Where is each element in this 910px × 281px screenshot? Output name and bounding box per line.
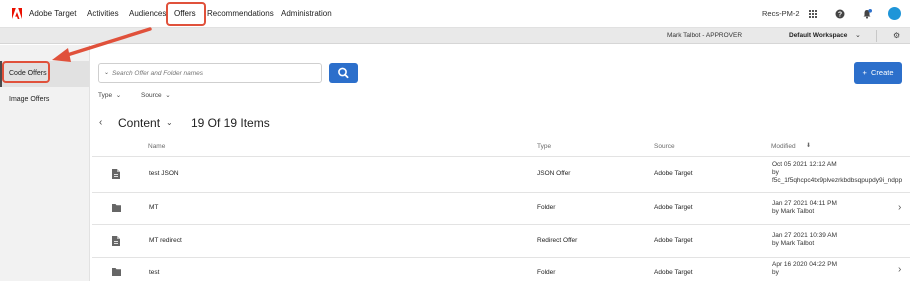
brand-name[interactable]: Adobe Target xyxy=(29,9,76,18)
offer-type: Folder xyxy=(537,204,556,211)
chevron-down-icon[interactable]: ⌄ xyxy=(104,69,109,76)
adobe-logo-icon[interactable] xyxy=(12,8,22,19)
folder-icon xyxy=(112,268,121,276)
chevron-right-icon[interactable]: › xyxy=(898,202,901,213)
modified-by: by Mark Talbot xyxy=(772,208,815,215)
modified-date: Jan 27 2021 10:39 AM xyxy=(772,232,838,239)
offer-type: Redirect Offer xyxy=(537,237,578,244)
create-button-label: Create xyxy=(871,68,894,77)
account-name[interactable]: Recs-PM-2 xyxy=(762,9,800,18)
column-header-type[interactable]: Type xyxy=(537,143,551,150)
folder-icon xyxy=(112,204,121,212)
content-title[interactable]: Content xyxy=(118,116,160,130)
code-offer-icon xyxy=(112,236,120,246)
offer-name[interactable]: test JSON xyxy=(149,170,179,177)
sidebar-item-image-offers[interactable]: Image Offers xyxy=(0,87,89,113)
modified-by: by xyxy=(772,169,779,176)
items-count: 19 Of 19 Items xyxy=(191,116,270,130)
table-row[interactable]: test Folder Adobe Target Apr 16 2020 04:… xyxy=(92,258,910,281)
search-field[interactable]: ⌄ xyxy=(98,63,322,83)
filter-source[interactable]: Source ⌄ xyxy=(141,91,171,99)
divider xyxy=(876,30,877,42)
nav-activities[interactable]: Activities xyxy=(87,9,119,18)
offer-source: Adobe Target xyxy=(654,237,693,244)
search-input[interactable] xyxy=(112,67,317,80)
table-row[interactable]: test JSON JSON Offer Adobe Target Oct 05… xyxy=(92,158,910,192)
table-row[interactable]: MT Folder Adobe Target Jan 27 2021 04:11… xyxy=(92,193,910,227)
notifications-bell-icon[interactable] xyxy=(862,9,872,19)
modified-date: Apr 16 2020 04:22 PM xyxy=(772,261,838,268)
nav-recommendations[interactable]: Recommendations xyxy=(207,9,274,18)
table-divider xyxy=(92,156,910,157)
nav-administration[interactable]: Administration xyxy=(281,9,332,18)
help-icon[interactable]: ? xyxy=(835,9,845,19)
modified-by: by xyxy=(772,269,779,276)
chevron-left-icon[interactable]: ‹ xyxy=(99,117,102,128)
nav-audiences[interactable]: Audiences xyxy=(129,9,166,18)
search-button[interactable] xyxy=(329,63,358,83)
create-button[interactable]: + Create xyxy=(854,62,902,84)
offer-source: Adobe Target xyxy=(654,170,693,177)
user-role: Mark Talbot - APPROVER xyxy=(667,32,743,39)
modified-date: Jan 27 2021 04:11 PM xyxy=(772,200,837,207)
sort-descending-icon[interactable]: ⬇ xyxy=(806,142,811,149)
top-nav: Adobe Target Activities Audiences Offers… xyxy=(0,0,910,28)
offers-highlight-box xyxy=(166,2,206,26)
offer-name[interactable]: MT xyxy=(149,204,158,211)
workspace-selector[interactable]: Default Workspace xyxy=(789,32,847,39)
modified-date: Oct 05 2021 12:12 AM xyxy=(772,161,837,168)
offer-name[interactable]: MT redirect xyxy=(149,237,182,244)
column-header-name[interactable]: Name xyxy=(148,143,165,150)
modified-user: f5c_1f5qhcpc4tx9plvezrkbdbsqpupdy9i_ndpp xyxy=(772,177,903,184)
column-header-source[interactable]: Source xyxy=(654,143,675,150)
code-offer-icon xyxy=(112,169,120,179)
user-avatar[interactable] xyxy=(888,7,901,20)
filter-type[interactable]: Type ⌄ xyxy=(98,91,121,99)
modified-by: by Mark Talbot xyxy=(772,240,815,247)
offer-type: JSON Offer xyxy=(537,170,571,177)
chevron-down-icon[interactable]: ⌄ xyxy=(855,31,861,39)
svg-text:?: ? xyxy=(838,12,842,19)
apps-grid-icon[interactable] xyxy=(808,9,818,19)
offer-name[interactable]: test xyxy=(149,269,159,276)
search-icon xyxy=(338,67,349,79)
chevron-right-icon[interactable]: › xyxy=(898,264,901,275)
offer-source: Adobe Target xyxy=(654,204,693,211)
plus-icon: + xyxy=(862,68,867,77)
offer-type: Folder xyxy=(537,269,556,276)
chevron-down-icon[interactable]: ⌄ xyxy=(166,118,173,127)
table-row[interactable]: MT redirect Redirect Offer Adobe Target … xyxy=(92,225,910,259)
offer-source: Adobe Target xyxy=(654,269,693,276)
column-header-modified[interactable]: Modified xyxy=(771,143,796,150)
gear-icon[interactable]: ⚙ xyxy=(893,31,900,40)
